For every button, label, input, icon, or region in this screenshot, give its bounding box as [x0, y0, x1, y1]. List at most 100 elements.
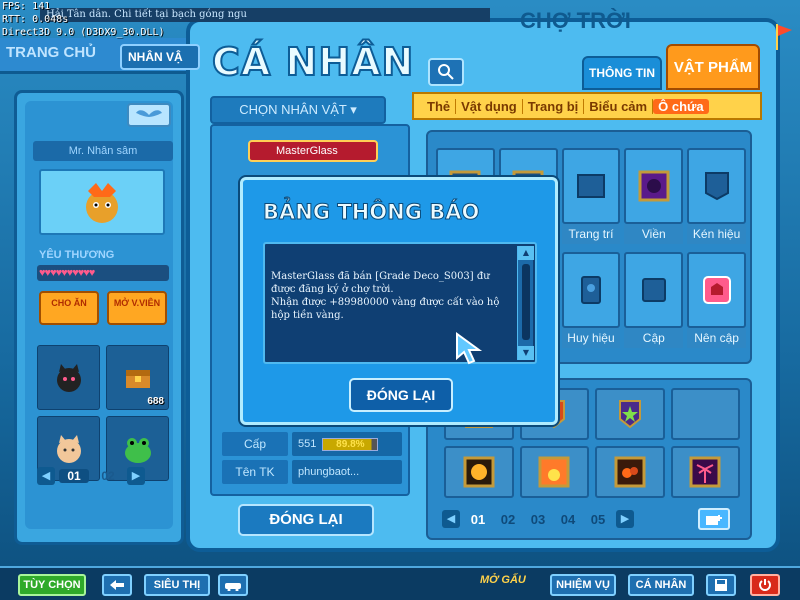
inv-item-emblem-star[interactable] [595, 388, 665, 440]
select-character-dropdown[interactable]: CHỌN NHÂN VẬT ▾ [210, 96, 386, 124]
category-tools[interactable]: Vật dụng [456, 98, 523, 114]
inv-item-palm[interactable] [670, 446, 740, 498]
love-label: YÊU THƯƠNG [39, 249, 115, 261]
inv-page-5[interactable]: 05 [586, 512, 610, 527]
power-icon [759, 579, 771, 591]
slot-label: Nên cập [687, 328, 746, 348]
save-button[interactable] [706, 574, 736, 596]
inv-slot-badge[interactable]: Huy hiệu [561, 252, 621, 352]
category-emotes[interactable]: Biểu cảm [584, 98, 654, 114]
inv-item-empty[interactable] [670, 388, 740, 440]
inv-page-4[interactable]: 04 [556, 512, 580, 527]
next-page-icon[interactable]: ▶ [616, 510, 634, 528]
inv-slot-level[interactable]: Cập [624, 252, 684, 352]
missions-button[interactable]: NHIỆM VỤ [550, 574, 616, 596]
level-value: 551 89.8% [292, 432, 402, 456]
slot-label: Huy hiệu [561, 328, 621, 348]
tab-items[interactable]: VẬT PHẨM [666, 44, 760, 90]
inv-page-1[interactable]: 01 [466, 512, 490, 527]
tab-info[interactable]: THÔNG TIN [582, 56, 662, 90]
next-page-icon[interactable]: ▶ [127, 467, 145, 485]
pet-slot-black-cat[interactable] [37, 345, 100, 410]
options-button[interactable]: TÙY CHỌN [18, 574, 86, 596]
category-storage[interactable]: Ô chứa [653, 98, 709, 114]
inv-slot-border[interactable]: Viền [624, 148, 684, 248]
ginseng-character-icon [86, 183, 118, 223]
character-panel: Mr. Nhân sâm YÊU THƯƠNG ♥♥♥♥♥♥♥♥♥♥ CHO Ă… [14, 90, 184, 545]
bottom-toolbar: TÙY CHỌN SIÊU THỊ NHIỆM VỤ CÁ NHÂN [0, 566, 800, 600]
rtt-readout: RTT: 0.048s [2, 14, 69, 25]
notification-dialog: BẢNG THÔNG BÁO MasterGlass đã bán [Grade… [240, 177, 558, 425]
account-label: Tên TK [222, 460, 288, 484]
cursor-arrow-icon [456, 332, 483, 365]
cream-cat-icon [56, 434, 81, 463]
profile-button[interactable]: CÁ NHÂN [628, 574, 694, 596]
wings-button[interactable] [127, 103, 171, 127]
home-tab[interactable]: TRANG CHỦ [6, 44, 96, 61]
level-icon [641, 278, 666, 302]
inv-page-2[interactable]: 02 [496, 512, 520, 527]
back-button[interactable] [102, 574, 132, 596]
banner-icon [704, 172, 729, 201]
inv-page-3[interactable]: 03 [526, 512, 550, 527]
page-1[interactable]: 01 [59, 469, 89, 483]
slot-label: Viền [624, 224, 684, 244]
scroll-up-icon[interactable]: ▲ [518, 246, 534, 260]
bag-add-icon [706, 515, 722, 525]
category-cards[interactable]: Thẻ [422, 98, 457, 114]
inv-slot-decoration[interactable]: Trang trí [561, 148, 621, 248]
inv-item-fruit[interactable] [595, 446, 665, 498]
dialog-line-1: MasterGlass đã bán [Grade Deco_S003] đư [271, 271, 490, 282]
dialog-line-2: được đăng ký ở chợ trời. [271, 284, 394, 295]
market-title: CHỢ TRỜI [520, 8, 631, 33]
panel-title: CÁ NHÂN [211, 39, 415, 85]
dialog-line-3: Nhận được +89980000 vàng được cất vào hộ [271, 297, 500, 308]
open-bear-link[interactable]: MỞ GẤU [480, 574, 526, 586]
car-icon [225, 583, 241, 591]
character-tab[interactable]: NHÂN VẬ [120, 44, 200, 70]
flag-icon[interactable] [774, 22, 794, 52]
palm-frame-icon [689, 456, 721, 488]
disk-icon [715, 579, 727, 591]
badge-icon [580, 276, 601, 304]
dialog-close-button[interactable]: ĐÓNG LẠI [349, 378, 453, 412]
prev-page-icon[interactable]: ◀ [442, 510, 460, 528]
vehicle-button[interactable] [218, 574, 248, 596]
dialog-scrollbar[interactable]: ▲ ▼ [517, 246, 534, 360]
search-button[interactable] [428, 58, 464, 86]
inv-item-chicken[interactable] [444, 446, 514, 498]
sunset-frame-icon [538, 456, 570, 488]
slot-label: Kén hiệu [687, 224, 746, 244]
pink-bg-icon [702, 276, 731, 304]
chicken-frame-icon [463, 456, 495, 488]
fps-readout: FPS: 141 [2, 1, 51, 12]
border-icon [638, 170, 670, 202]
feed-button[interactable]: CHO ĂN [39, 291, 99, 325]
slot-label: Cập [624, 328, 684, 348]
category-equipment[interactable]: Trang bị [523, 98, 585, 114]
close-panel-button[interactable]: ĐÓNG LẠI [238, 504, 374, 536]
wings-icon [136, 110, 162, 117]
power-button[interactable] [750, 574, 780, 596]
inv-slot-banner[interactable]: Kén hiệu [687, 148, 746, 248]
bag-add-button[interactable] [698, 508, 730, 530]
inv-slot-background[interactable]: Nên cập [687, 252, 746, 352]
green-frog-icon [124, 437, 151, 463]
prev-page-icon[interactable]: ◀ [37, 467, 55, 485]
search-icon [438, 64, 454, 80]
scroll-down-icon[interactable]: ▼ [518, 346, 534, 360]
account-value: phungbaot... [292, 460, 402, 484]
scroll-thumb[interactable] [522, 264, 530, 340]
love-hearts: ♥♥♥♥♥♥♥♥♥♥ [37, 265, 169, 281]
page-2[interactable]: 02 [93, 469, 123, 483]
item-slot-chest[interactable]: 688 [106, 345, 169, 410]
pet-pager: ◀ 01 02 ▶ [37, 465, 173, 487]
open-garden-button[interactable]: MỞ V.VIÊN [107, 291, 167, 325]
chest-icon [125, 369, 150, 388]
inv-item-sunset[interactable] [519, 446, 589, 498]
debug-overlay: FPS: 141 RTT: 0.048s Direct3D 9.0 (D3DX9… [2, 0, 165, 39]
character-avatar [39, 169, 165, 235]
category-bar: Thẻ Vật dụng Trang bị Biểu cảm Ô chứa [412, 92, 762, 120]
slot-label: Trang trí [561, 224, 621, 244]
supermarket-button[interactable]: SIÊU THỊ [144, 574, 210, 596]
